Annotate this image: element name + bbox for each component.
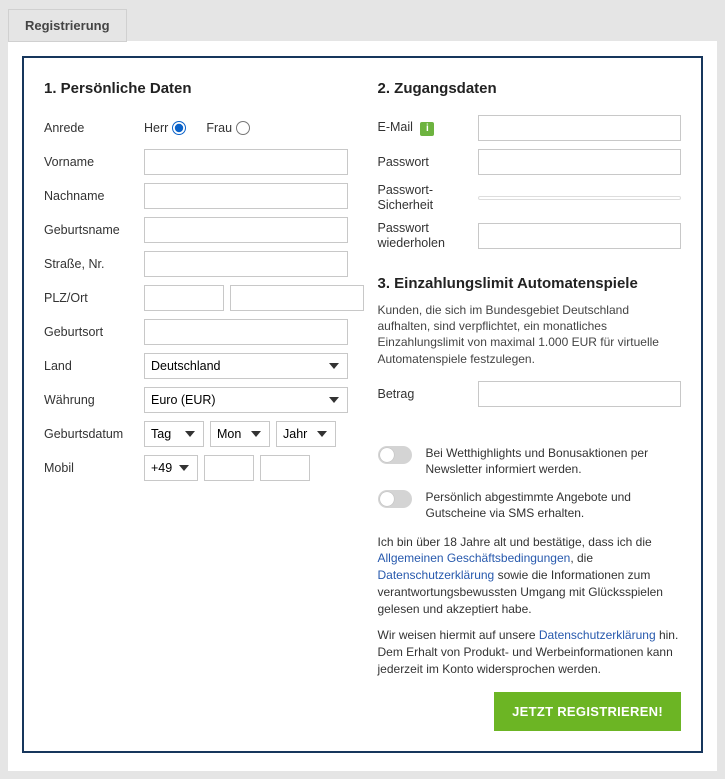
input-plz[interactable]	[144, 285, 224, 311]
label-plzort: PLZ/Ort	[44, 291, 144, 305]
input-passwort-wdh[interactable]	[478, 223, 682, 249]
legal-text-1: Ich bin über 18 Jahre alt und bestätige,…	[378, 534, 682, 618]
tab-registrierung[interactable]: Registrierung	[8, 9, 127, 42]
toggle-newsletter-label: Bei Wetthighlights und Bonusaktionen per…	[426, 445, 682, 477]
tab-label: Registrierung	[25, 18, 110, 33]
label-strasse: Straße, Nr.	[44, 257, 144, 271]
submit-button[interactable]: Jetzt registrieren!	[494, 692, 681, 731]
select-dial[interactable]: +49	[144, 455, 198, 481]
radio-frau-input[interactable]	[236, 121, 250, 135]
radio-frau[interactable]: Frau	[206, 121, 250, 135]
input-mobil-2[interactable]	[260, 455, 310, 481]
label-waehrung: Währung	[44, 393, 144, 407]
input-geburtsname[interactable]	[144, 217, 348, 243]
link-datenschutz-2[interactable]: Datenschutzerklärung	[539, 628, 656, 642]
input-passwort[interactable]	[478, 149, 682, 175]
input-geburtsort[interactable]	[144, 319, 348, 345]
label-pw-wdh: Passwort wiederholen	[378, 221, 478, 251]
input-mobil-1[interactable]	[204, 455, 254, 481]
select-tag[interactable]: Tag	[144, 421, 204, 447]
section3-desc: Kunden, die sich im Bundesgebiet Deutsch…	[378, 302, 682, 367]
label-mobil: Mobil	[44, 461, 144, 475]
submit-button-label: Jetzt registrieren!	[512, 704, 663, 719]
input-strasse[interactable]	[144, 251, 348, 277]
registration-form: 1. Persönliche Daten Anrede Herr Frau	[22, 56, 703, 753]
label-geburtsort: Geburtsort	[44, 325, 144, 339]
label-vorname: Vorname	[44, 155, 144, 169]
label-betrag: Betrag	[378, 387, 478, 401]
input-ort[interactable]	[230, 285, 364, 311]
input-betrag[interactable]	[478, 381, 682, 407]
label-anrede: Anrede	[44, 121, 144, 135]
label-pw-sicherheit: Passwort-Sicherheit	[378, 183, 478, 213]
input-vorname[interactable]	[144, 149, 348, 175]
label-land: Land	[44, 359, 144, 373]
section2-title: 2. Zugangsdaten	[378, 80, 682, 97]
radio-herr-input[interactable]	[172, 121, 186, 135]
link-agb[interactable]: Allgemeinen Geschäftsbedingungen	[378, 551, 571, 565]
select-mon[interactable]: Mon	[210, 421, 270, 447]
section1-title: 1. Persönliche Daten	[44, 80, 348, 97]
select-waehrung[interactable]: Euro (EUR)	[144, 387, 348, 413]
label-passwort: Passwort	[378, 155, 478, 169]
section3-title: 3. Einzahlungslimit Automatenspiele	[378, 275, 682, 292]
input-email[interactable]	[478, 115, 682, 141]
select-land[interactable]: Deutschland	[144, 353, 348, 379]
label-nachname: Nachname	[44, 189, 144, 203]
radio-herr[interactable]: Herr	[144, 121, 186, 135]
toggle-sms-label: Persönlich abgestimmte Angebote und Guts…	[426, 489, 682, 521]
label-email: E-Mail i	[378, 120, 478, 136]
input-nachname[interactable]	[144, 183, 348, 209]
label-geburtsdatum: Geburtsdatum	[44, 427, 144, 441]
link-datenschutz-1[interactable]: Datenschutzerklärung	[378, 568, 495, 582]
label-geburtsname: Geburtsname	[44, 223, 144, 237]
password-strength-bar	[478, 196, 682, 200]
select-jahr[interactable]: Jahr	[276, 421, 336, 447]
toggle-newsletter[interactable]	[378, 446, 412, 464]
toggle-sms[interactable]	[378, 490, 412, 508]
radio-herr-label: Herr	[144, 121, 168, 135]
info-icon[interactable]: i	[420, 122, 434, 136]
radio-frau-label: Frau	[206, 121, 232, 135]
